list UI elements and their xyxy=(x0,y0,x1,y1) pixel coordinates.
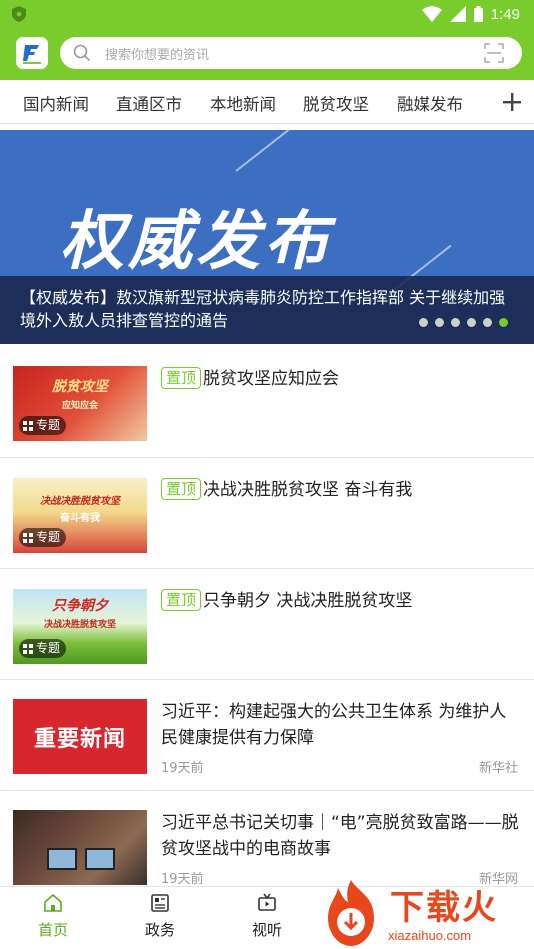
news-source: 新华社 xyxy=(478,761,518,776)
nav-government-label: 政务 xyxy=(144,921,175,939)
tab-district-direct[interactable]: 直通区市 xyxy=(116,91,182,115)
grid-icon xyxy=(23,643,33,654)
topic-badge: 专题 xyxy=(19,416,67,435)
thumbnail-art-sub: 奋斗有我 xyxy=(60,513,100,524)
topic-badge: 专题 xyxy=(19,528,67,547)
carousel-dot[interactable] xyxy=(483,318,492,327)
banner-streak xyxy=(235,130,294,172)
status-bar: 1:49 xyxy=(0,0,534,28)
carousel-dot[interactable] xyxy=(467,318,476,327)
news-thumbnail: 只争朝夕 决战决胜脱贫攻坚 专题 xyxy=(13,589,147,664)
plus-icon xyxy=(503,92,521,111)
news-thumbnail: 脱贫攻坚 应知应会 专题 xyxy=(13,366,147,441)
news-title: 习近平：构建起强大的公共卫生体系 为维护人民健康提供有力保障 xyxy=(161,702,507,748)
carousel-dot-active[interactable] xyxy=(499,318,508,327)
news-title-text: 只争朝夕 决战决胜脱贫攻坚 xyxy=(203,591,413,611)
home-icon xyxy=(44,893,62,912)
status-time: 1:49 xyxy=(490,5,520,23)
pinned-tag: 置顶 xyxy=(161,589,202,611)
news-item[interactable]: 脱贫攻坚 应知应会 专题 置顶 脱贫攻坚应知应会 xyxy=(0,344,534,458)
nav-audiovisual-label: 视听 xyxy=(251,921,282,939)
news-title-text: 脱贫攻坚应知应会 xyxy=(203,369,340,389)
news-title: 置顶 脱贫攻坚应知应会 xyxy=(161,366,521,392)
news-thumbnail: 重要新闻 xyxy=(13,699,147,774)
news-item[interactable]: 重要新闻 习近平：构建起强大的公共卫生体系 为维护人民健康提供有力保障 19天前… xyxy=(0,680,534,791)
pinned-tag: 置顶 xyxy=(161,367,202,389)
thumbnail-screen xyxy=(85,848,115,870)
tab-domestic-news[interactable]: 国内新闻 xyxy=(23,91,89,115)
tab-media-release[interactable]: 融媒发布 xyxy=(397,91,463,115)
news-time: 19天前 xyxy=(161,761,204,776)
flame-logo-icon xyxy=(328,880,374,946)
battery-icon xyxy=(473,6,483,22)
topic-badge-label: 专题 xyxy=(36,530,61,544)
search-bar[interactable]: 搜索你想要的资讯 xyxy=(60,37,522,69)
pinned-tag: 置顶 xyxy=(161,478,202,500)
news-title: 习近平总书记关切事｜“电”亮脱贫致富路——脱贫攻坚战中的电商故事 xyxy=(161,813,519,859)
carousel-dot[interactable] xyxy=(451,318,460,327)
tab-poverty-alleviation[interactable]: 脱贫攻坚 xyxy=(303,91,369,115)
banner-art-text: 权威发布 xyxy=(60,205,332,279)
nav-audiovisual[interactable]: 视听 xyxy=(237,893,297,940)
signal-icon xyxy=(449,6,466,22)
news-item[interactable]: 决战决胜脱贫攻坚 奋斗有我 专题 置顶 决战决胜脱贫攻坚 奋斗有我 xyxy=(0,458,534,569)
thumbnail-art-text: 脱贫攻坚 xyxy=(52,379,108,395)
thumbnail-art-text: 重要新闻 xyxy=(33,726,126,752)
topic-badge-label: 专题 xyxy=(36,641,61,655)
thumbnail-art-text: 决战决胜脱贫攻坚 xyxy=(40,496,120,507)
carousel-dots xyxy=(419,318,508,327)
news-time: 19天前 xyxy=(161,872,204,887)
scan-icon[interactable] xyxy=(484,43,504,63)
app-logo-icon xyxy=(23,45,41,64)
shield-icon xyxy=(12,6,26,22)
nav-home-label: 首页 xyxy=(37,921,68,939)
search-placeholder: 搜索你想要的资讯 xyxy=(105,48,210,63)
carousel-dot[interactable] xyxy=(419,318,428,327)
topic-badge-label: 专题 xyxy=(36,418,61,432)
app-screen: 1:49 搜索你想要的资讯 国内新闻 直通区市 本地新闻 脱贫攻坚 融媒发布 权… xyxy=(0,0,534,949)
thumbnail-art-text: 只争朝夕 xyxy=(52,598,108,614)
grid-icon xyxy=(23,420,33,431)
watermark-logo: 下载火 xiazaihuo.com xyxy=(316,874,534,949)
tab-local-news[interactable]: 本地新闻 xyxy=(210,91,276,115)
add-tab-button[interactable] xyxy=(490,80,534,123)
thumbnail-art-sub: 决战决胜脱贫攻坚 xyxy=(43,620,116,630)
tv-icon xyxy=(258,893,276,911)
nav-home[interactable]: 首页 xyxy=(23,893,83,940)
news-title: 置顶 决战决胜脱贫攻坚 奋斗有我 xyxy=(161,477,521,503)
news-title-text: 决战决胜脱贫攻坚 奋斗有我 xyxy=(203,480,413,500)
news-icon xyxy=(151,894,169,912)
header-bar: 1:49 搜索你想要的资讯 xyxy=(0,0,534,80)
grid-icon xyxy=(23,532,33,543)
news-thumbnail: 决战决胜脱贫攻坚 奋斗有我 专题 xyxy=(13,478,147,553)
app-logo[interactable] xyxy=(16,37,48,69)
thumbnail-screen xyxy=(47,848,77,870)
news-title: 置顶 只争朝夕 决战决胜脱贫攻坚 xyxy=(161,588,521,614)
thumbnail-art-sub: 应知应会 xyxy=(61,401,98,411)
watermark-text: 下载火 xyxy=(390,888,498,928)
search-icon xyxy=(73,44,91,62)
category-tabs: 国内新闻 直通区市 本地新闻 脱贫攻坚 融媒发布 直 xyxy=(0,80,534,124)
watermark-url: xiazaihuo.com xyxy=(388,928,472,943)
banner-caption[interactable]: 【权威发布】敖汉旗新型冠状病毒肺炎防控工作指挥部 关于继续加强境外入敖人员排查管… xyxy=(0,276,534,344)
news-thumbnail xyxy=(13,810,147,885)
nav-government[interactable]: 政务 xyxy=(130,893,190,940)
wifi-icon xyxy=(421,6,442,22)
carousel-dot[interactable] xyxy=(435,318,444,327)
topic-badge: 专题 xyxy=(19,639,67,658)
news-item[interactable]: 只争朝夕 决战决胜脱贫攻坚 专题 置顶 只争朝夕 决战决胜脱贫攻坚 xyxy=(0,569,534,680)
